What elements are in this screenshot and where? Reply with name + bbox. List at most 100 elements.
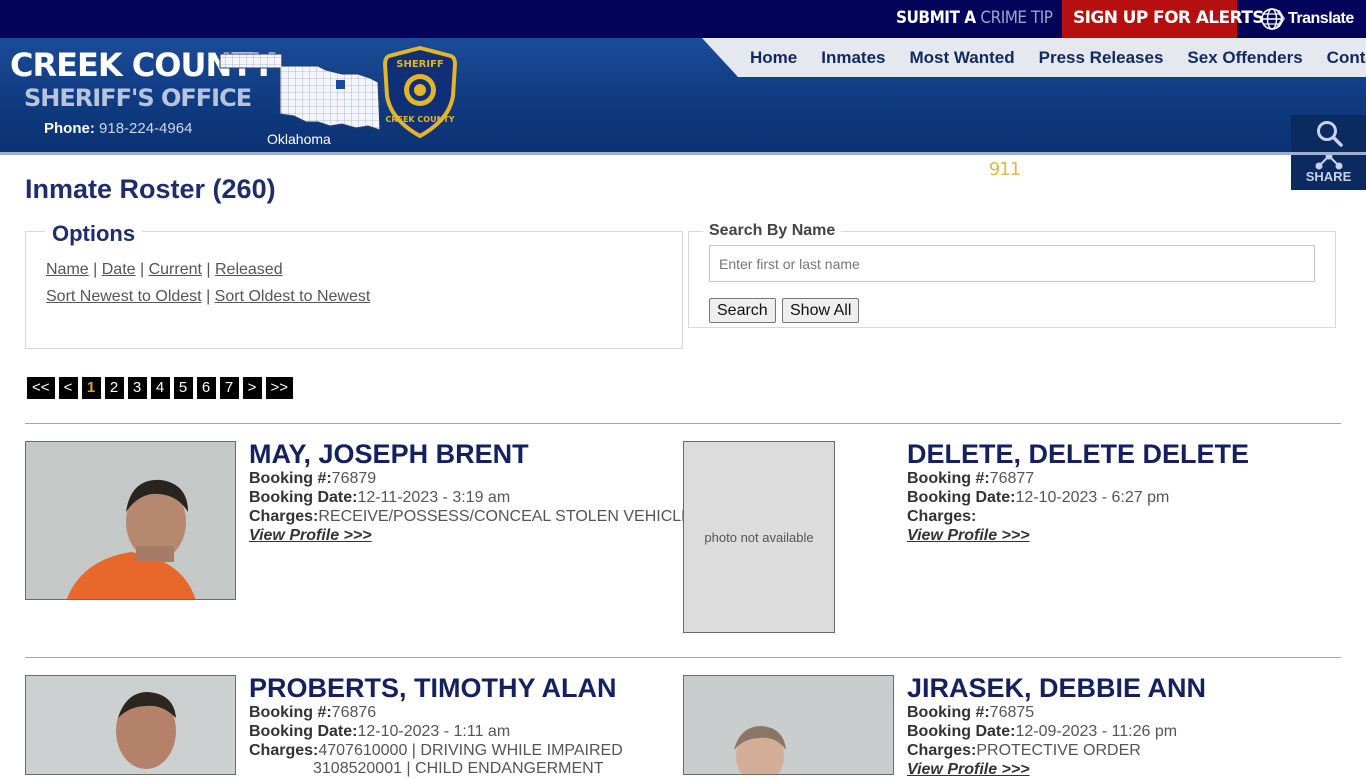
nav-inmates[interactable]: Inmates [821,48,885,68]
mugshot-image [684,676,893,774]
sheriff-badge-logo[interactable]: SHERIFF CREEK COUNTY [383,46,457,138]
sort-by-name-link[interactable]: Name [46,261,89,278]
booking-number-value: 76876 [331,704,377,721]
booking-date: Booking Date:12-10-2023 - 1:11 am [249,723,510,741]
crime-tip-label-bold: SUBMIT A [896,8,976,28]
booking-date-value: 12-10-2023 - 6:27 pm [1015,489,1170,506]
pagination: << < 1 2 3 4 5 6 7 > >> [27,377,297,399]
charges-value: 4707610000 | DRIVING WHILE IMPAIRED [318,742,623,759]
nav-press-releases[interactable]: Press Releases [1039,48,1164,68]
name-search-input[interactable] [709,245,1315,282]
nav-most-wanted[interactable]: Most Wanted [909,48,1014,68]
pager-first[interactable]: << [27,377,55,399]
state-label: Oklahoma [267,131,331,147]
emergency-label: EMERGENCY [875,159,980,180]
sign-up-alerts-button[interactable]: SIGN UP FOR ALERTS ❯ [1062,0,1287,38]
view-profile-link[interactable]: View Profile >>> [249,527,372,545]
filter-current-link[interactable]: Current [149,261,202,278]
crime-tip-label: CRIME TIP [980,8,1053,28]
translate-label: Translate [1288,10,1354,27]
charges-value: RECEIVE/POSSESS/CONCEAL STOLEN VEHICLE [318,508,692,525]
charges-label: Charges: [907,742,977,759]
inmate-photo[interactable] [25,441,236,600]
globe-icon [1261,8,1283,30]
charges: Charges: [907,508,976,526]
charges-label: Charges: [907,508,977,525]
inmate-photo[interactable] [25,675,236,775]
show-all-button[interactable]: Show All [782,298,860,323]
pager-page-1[interactable]: 1 [81,377,101,399]
charges-second-line: 3108520001 | CHILD ENDANGERMENT [313,760,604,777]
crime-tip-link[interactable]: SUBMIT A CRIME TIP ❯ [896,8,1074,28]
booking-date-label: Booking Date: [907,489,1016,506]
charges: Charges:PROTECTIVE ORDER [907,742,1141,760]
booking-number-value: 76875 [989,704,1035,721]
nav-contact-us[interactable]: Contact Us [1327,48,1366,68]
booking-number-label: Booking #: [249,470,332,487]
services-menu[interactable]: Services [1200,160,1272,177]
phone-number: Phone: 918-224-4964 [44,120,192,137]
pager-page-3[interactable]: 3 [127,377,147,399]
booking-number-label: Booking #: [907,470,990,487]
inmate-name[interactable]: DELETE, DELETE DELETE [907,439,1249,470]
pager-page-7[interactable]: 7 [219,377,239,399]
pager-prev[interactable]: < [58,377,78,399]
booking-number-value: 76877 [989,470,1035,487]
booking-number-label: Booking #: [907,704,990,721]
booking-number: Booking #:76879 [249,470,376,488]
forms-link[interactable]: Forms [1126,160,1169,177]
booking-date-label: Booking Date: [907,723,1016,740]
booking-date-label: Booking Date: [249,489,358,506]
pager-page-6[interactable]: 6 [196,377,216,399]
charges: Charges:RECEIVE/POSSESS/CONCEAL STOLEN V… [249,508,692,526]
pager-page-2[interactable]: 2 [104,377,124,399]
sort-by-date-link[interactable]: Date [102,261,136,278]
pager-page-5[interactable]: 5 [173,377,193,399]
pager-page-4[interactable]: 4 [150,377,170,399]
translate-button[interactable]: Translate [1260,7,1354,31]
filter-released-link[interactable]: Released [215,261,283,278]
pager-last[interactable]: >> [265,377,294,399]
sign-up-alerts-label: SIGN UP FOR ALERTS [1073,8,1265,28]
booking-date: Booking Date:12-11-2023 - 3:19 am [249,489,510,507]
booking-number-value: 76879 [331,470,377,487]
nav-sex-offenders[interactable]: Sex Offenders [1187,48,1302,68]
booking-date-value: 12-10-2023 - 1:11 am [357,723,511,740]
nav-home[interactable]: Home [750,48,797,68]
inmate-photo-placeholder[interactable]: photo not available [683,441,835,633]
emergency-number[interactable]: 911 [989,159,1021,180]
emergency-line: EMERGENCY 911 [875,159,1021,180]
svg-text:SHERIFF: SHERIFF [396,59,444,70]
inmate-photo[interactable] [683,675,894,775]
sort-order-links: Sort Newest to Oldest | Sort Oldest to N… [46,288,371,305]
services-label: Services [1200,160,1258,177]
search-icon[interactable] [1315,119,1345,149]
phone-value: 918-224-4964 [99,120,193,137]
booking-number: Booking #:76877 [907,470,1034,488]
view-profile-link[interactable]: View Profile >>> [907,527,1030,545]
booking-number-label: Booking #: [249,704,332,721]
charges: Charges:4707610000 | DRIVING WHILE IMPAI… [249,742,623,760]
header-divider [0,152,1366,155]
photo-unavailable-text: photo not available [704,529,814,545]
oklahoma-map-icon [219,53,381,131]
search-legend: Search By Name [703,222,842,240]
inmate-name[interactable]: JIRASEK, DEBBIE ANN [907,673,1206,704]
sort-newest-link[interactable]: Sort Newest to Oldest [46,288,202,305]
options-legend: Options [45,221,143,247]
crime-map-link[interactable]: Crime Map [1034,160,1107,177]
view-profile-link[interactable]: View Profile >>> [907,761,1030,779]
sort-oldest-link[interactable]: Sort Oldest to Newest [215,288,371,305]
results-divider [25,423,1341,424]
phone-label: Phone: [44,120,95,137]
booking-date-value: 12-11-2023 - 3:19 am [357,489,511,506]
charges-value: PROTECTIVE ORDER [976,742,1141,759]
utility-bar: SUBMIT A CRIME TIP ❯ SIGN UP FOR ALERTS … [0,0,1366,38]
chevron-down-icon [1262,166,1272,173]
mugshot-image [26,676,235,774]
search-button[interactable]: Search [709,298,776,323]
inmate-name[interactable]: MAY, JOSEPH BRENT [249,439,529,470]
pager-next[interactable]: > [242,377,262,399]
inmate-name[interactable]: PROBERTS, TIMOTHY ALAN [249,673,617,704]
page-title: Inmate Roster (260) [25,174,276,204]
